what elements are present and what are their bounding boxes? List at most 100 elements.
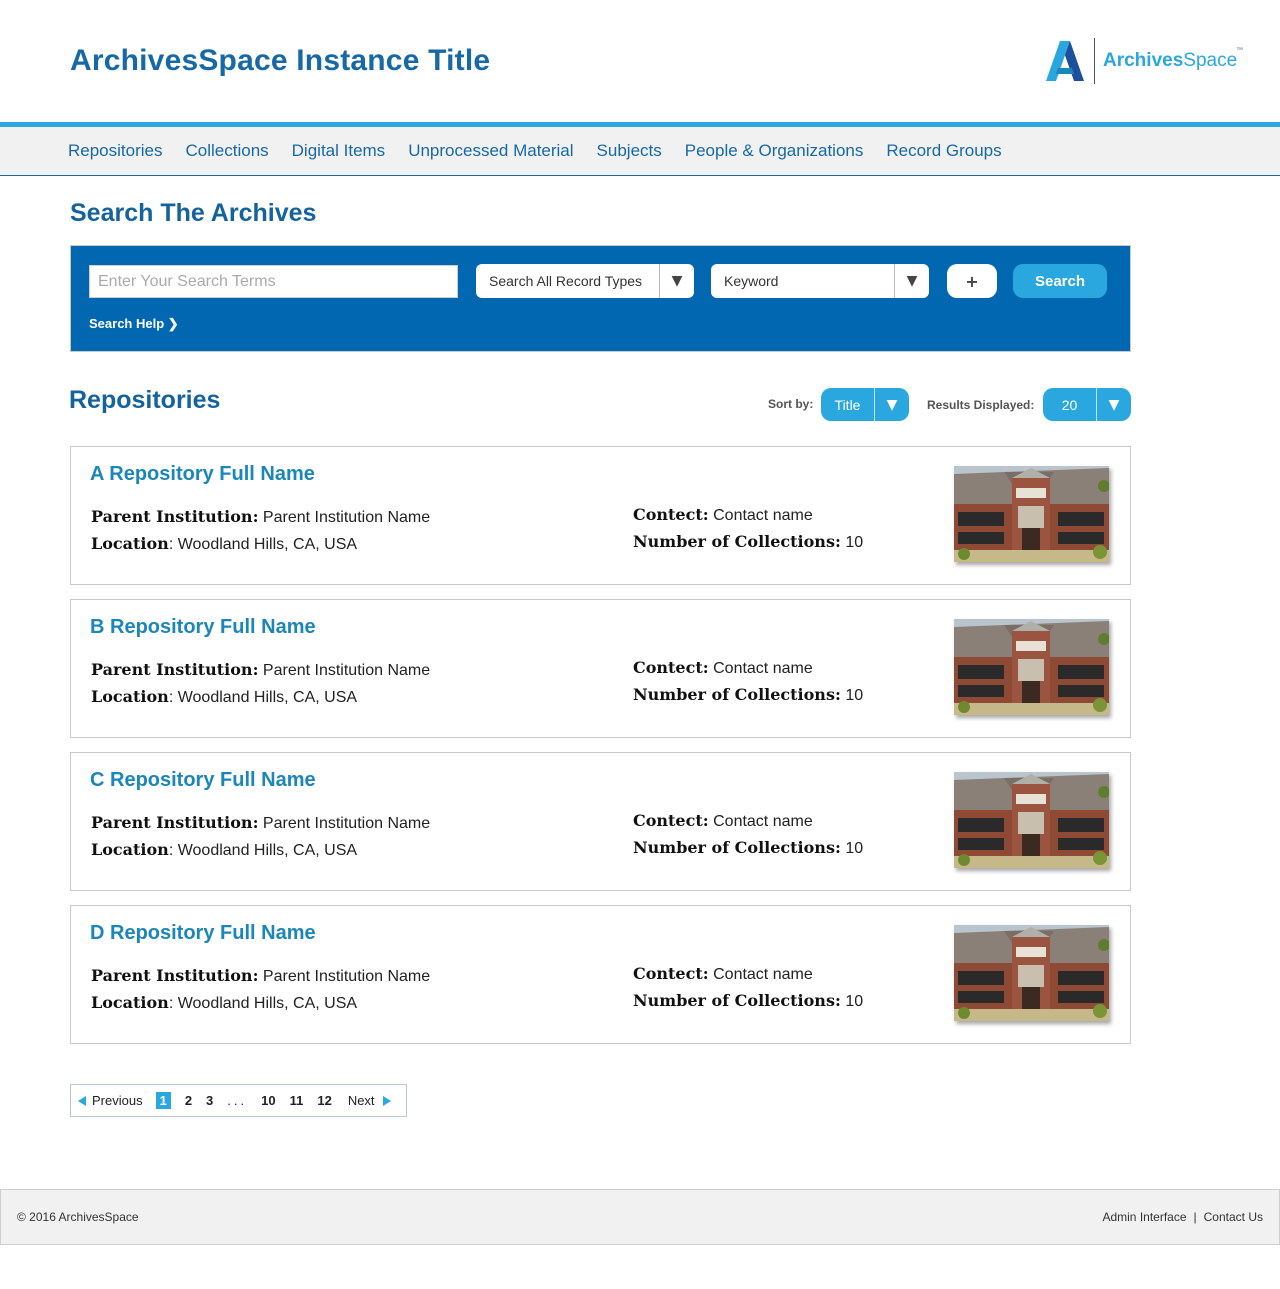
search-input[interactable]	[89, 265, 458, 298]
collections-count-field: Number of Collections: 10	[633, 532, 863, 552]
record-type-select-value: Search All Record Types	[489, 273, 643, 289]
next-arrow-icon[interactable]	[382, 1095, 391, 1106]
nav-item-subjects[interactable]: Subjects	[597, 141, 662, 161]
repository-image[interactable]	[954, 925, 1109, 1021]
search-help-link[interactable]: Search Help ❯	[89, 316, 179, 332]
pagination: Previous 1 2 3 ... 10 11 12 Next	[70, 1084, 407, 1117]
parent-institution-field: Parent Institution: Parent Institution N…	[91, 507, 430, 527]
main-navigation: Repositories Collections Digital Items U…	[0, 122, 1280, 176]
page-link[interactable]: 11	[290, 1093, 304, 1108]
parent-institution-value: Parent Institution Name	[262, 509, 431, 526]
repository-name-link[interactable]: A Repository Full Name	[90, 463, 315, 486]
add-search-row-button[interactable]: +	[947, 264, 997, 298]
chevron-down-icon[interactable]: ▼	[874, 388, 909, 421]
parent-institution-field: Parent Institution: Parent Institution N…	[91, 966, 430, 986]
location-field: Location: Woodland Hills, CA, USA	[91, 840, 357, 860]
collections-count-value: 10	[845, 687, 864, 704]
contact-field: Contect: Contact name	[633, 964, 813, 984]
previous-arrow-icon[interactable]	[78, 1095, 86, 1106]
location-value: : Woodland Hills, CA, USA	[168, 995, 358, 1012]
chevron-down-icon[interactable]: ▼	[659, 264, 694, 298]
archivesspace-logo[interactable]: ArchivesSpace ™	[1046, 37, 1243, 85]
parent-institution-field: Parent Institution: Parent Institution N…	[91, 813, 430, 833]
parent-institution-value: Parent Institution Name	[262, 815, 431, 832]
building-photo-icon	[954, 772, 1109, 868]
logo-wordmark-bold: Archives	[1103, 50, 1184, 71]
repository-name-link[interactable]: D Repository Full Name	[90, 922, 316, 945]
contact-label: Contect:	[633, 658, 709, 677]
results-displayed-value: 20	[1061, 396, 1078, 413]
parent-institution-label: Parent Institution:	[91, 813, 259, 832]
collections-count-value: 10	[845, 840, 864, 857]
nav-item-repositories[interactable]: Repositories	[68, 141, 163, 161]
location-label: Location	[91, 687, 169, 706]
location-value: : Woodland Hills, CA, USA	[168, 689, 358, 706]
logo-wordmark-light: Space	[1183, 50, 1238, 71]
page-link-current[interactable]: 1	[155, 1092, 171, 1109]
contact-value: Contact name	[713, 966, 813, 983]
site-header: ArchivesSpace Instance Title ArchivesSpa…	[0, 0, 1280, 122]
sort-by-select[interactable]: Title ▼	[821, 388, 909, 421]
contact-field: Contect: Contact name	[633, 658, 813, 678]
nav-item-unprocessed-material[interactable]: Unprocessed Material	[408, 141, 573, 161]
collections-count-value: 10	[845, 993, 864, 1010]
parent-institution-label: Parent Institution:	[91, 660, 259, 679]
repository-name-link[interactable]: B Repository Full Name	[90, 616, 316, 639]
repository-image[interactable]	[954, 772, 1109, 868]
repository-name-link[interactable]: C Repository Full Name	[90, 769, 316, 792]
location-field: Location: Woodland Hills, CA, USA	[91, 687, 357, 707]
logo-divider	[1094, 38, 1095, 84]
nav-item-people-organizations[interactable]: People & Organizations	[685, 141, 864, 161]
repository-card: D Repository Full Name Parent Institutio…	[70, 905, 1131, 1044]
search-panel: Search All Record Types ▼ Keyword ▼ + Se…	[70, 245, 1131, 352]
repository-card: C Repository Full Name Parent Institutio…	[70, 752, 1131, 891]
previous-page-link[interactable]: Previous	[92, 1093, 143, 1108]
chevron-down-icon[interactable]: ▼	[894, 264, 929, 298]
results-displayed-select[interactable]: 20 ▼	[1043, 388, 1131, 421]
repository-image[interactable]	[954, 466, 1109, 562]
logo-wordmark: ArchivesSpace ™	[1103, 47, 1243, 72]
building-photo-icon	[954, 466, 1109, 562]
chevron-down-icon[interactable]: ▼	[1096, 388, 1131, 421]
collections-count-label: Number of Collections:	[633, 532, 841, 551]
logo-trademark: ™	[1236, 47, 1244, 54]
location-value: : Woodland Hills, CA, USA	[168, 536, 358, 553]
repository-image[interactable]	[954, 619, 1109, 715]
collections-count-label: Number of Collections:	[633, 991, 841, 1010]
nav-item-digital-items[interactable]: Digital Items	[292, 141, 386, 161]
location-label: Location	[91, 840, 169, 859]
parent-institution-value: Parent Institution Name	[262, 662, 431, 679]
nav-item-record-groups[interactable]: Record Groups	[886, 141, 1001, 161]
field-type-select[interactable]: Keyword ▼	[711, 264, 929, 298]
contact-label: Contect:	[633, 505, 709, 524]
page-link[interactable]: 2	[185, 1093, 192, 1108]
page-link[interactable]: 12	[317, 1093, 331, 1108]
location-field: Location: Woodland Hills, CA, USA	[91, 534, 357, 554]
site-title[interactable]: ArchivesSpace Instance Title	[70, 44, 490, 78]
sort-by-label: Sort by:	[768, 397, 814, 411]
record-type-select[interactable]: Search All Record Types ▼	[476, 264, 694, 298]
next-page-link[interactable]: Next	[348, 1093, 375, 1108]
collections-count-field: Number of Collections: 10	[633, 991, 863, 1011]
contact-value: Contact name	[713, 660, 813, 677]
page-link[interactable]: 10	[261, 1093, 275, 1108]
repository-card: A Repository Full Name Parent Institutio…	[70, 446, 1131, 585]
copyright-text: © 2016 ArchivesSpace	[17, 1210, 139, 1224]
collections-count-field: Number of Collections: 10	[633, 838, 863, 858]
contact-field: Contect: Contact name	[633, 505, 813, 525]
collections-count-field: Number of Collections: 10	[633, 685, 863, 705]
collections-count-label: Number of Collections:	[633, 685, 841, 704]
collections-count-label: Number of Collections:	[633, 838, 841, 857]
nav-item-collections[interactable]: Collections	[186, 141, 269, 161]
search-button[interactable]: Search	[1013, 264, 1107, 298]
parent-institution-label: Parent Institution:	[91, 507, 259, 526]
location-field: Location: Woodland Hills, CA, USA	[91, 993, 357, 1013]
parent-institution-label: Parent Institution:	[91, 966, 259, 985]
field-type-select-value: Keyword	[724, 273, 779, 289]
admin-interface-link[interactable]: Admin Interface	[1102, 1210, 1186, 1224]
contact-us-link[interactable]: Contact Us	[1204, 1210, 1263, 1224]
search-heading: Search The Archives	[70, 199, 317, 227]
contact-label: Contect:	[633, 811, 709, 830]
parent-institution-field: Parent Institution: Parent Institution N…	[91, 660, 430, 680]
page-link[interactable]: 3	[206, 1093, 213, 1108]
